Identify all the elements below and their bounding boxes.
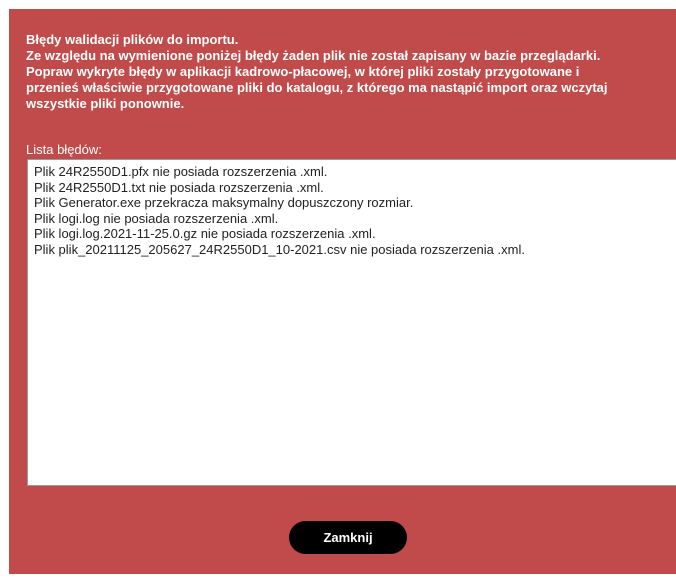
- error-list-label: Lista błędów:: [26, 142, 102, 157]
- error-list-item: Plik plik_20211125_205627_24R2550D1_10-2…: [34, 241, 525, 257]
- error-list-item: Plik 24R2550D1.txt nie posiada rozszerze…: [34, 179, 324, 195]
- error-title: Błędy walidacji plików do importu.: [26, 32, 239, 47]
- validation-error-dialog: Błędy walidacji plików do importu. Ze wz…: [9, 9, 676, 574]
- error-description-line: Popraw wykryte błędy w aplikacji kadrowo…: [26, 64, 580, 79]
- error-message: Błędy walidacji plików do importu. Ze wz…: [26, 32, 666, 112]
- error-description-line: przenieś właściwie przygotowane pliki do…: [26, 80, 608, 95]
- error-list-textarea[interactable]: Plik 24R2550D1.pfx nie posiada rozszerze…: [27, 159, 676, 486]
- error-description-line: wszystkie pliki ponownie.: [26, 96, 185, 111]
- error-list-item: Plik 24R2550D1.pfx nie posiada rozszerze…: [34, 164, 328, 179]
- error-list-item: Plik Generator.exe przekracza maksymalny…: [34, 195, 414, 210]
- close-button[interactable]: Zamknij: [289, 521, 407, 554]
- error-list-item: Plik logi.log.2021-11-25.0.gz nie posiad…: [34, 226, 376, 241]
- error-list-item: Plik logi.log nie posiada rozszerzenia .…: [34, 210, 279, 226]
- error-description-line: Ze względu na wymienione poniżej błędy ż…: [26, 48, 601, 63]
